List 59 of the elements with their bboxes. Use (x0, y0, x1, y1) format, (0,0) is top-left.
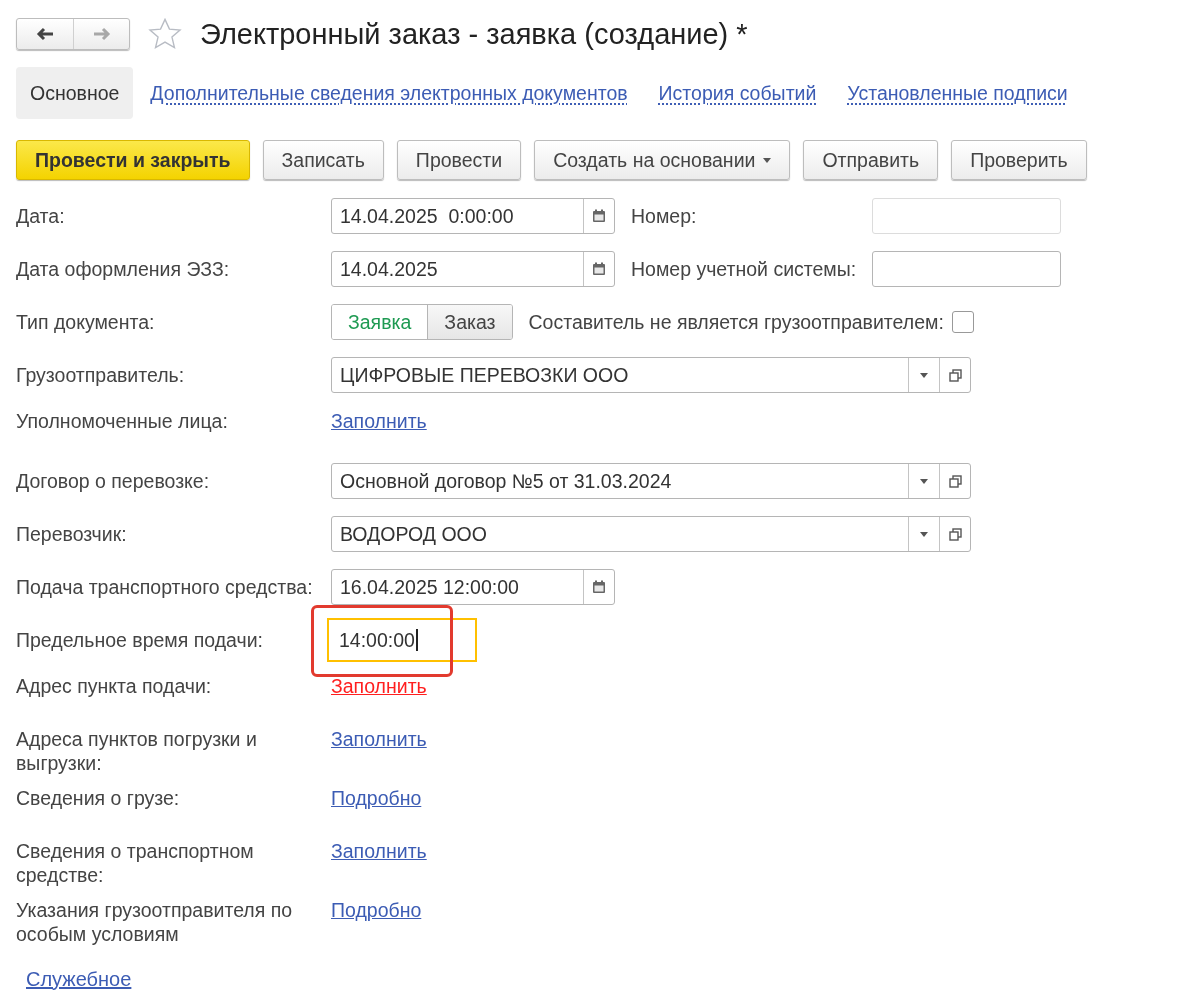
fill-link[interactable]: Заполнить (331, 670, 427, 698)
calendar-icon (592, 580, 606, 594)
open-form-icon (948, 527, 962, 541)
tab[interactable]: Дополнительные сведения электронных документов (136, 67, 642, 119)
dropdown-caret-icon (920, 531, 928, 537)
toolbar-button[interactable]: Создать на основании (534, 140, 791, 180)
fill-link[interactable]: Заполнить (331, 835, 427, 863)
toolbar-button[interactable]: Записать (262, 140, 384, 180)
calendar-icon (592, 262, 606, 276)
fill-link[interactable]: Заполнить (331, 405, 427, 433)
date-field[interactable]: 14.04.2025 0:00:00 (331, 198, 615, 234)
field-label: Номер учетной системы: (631, 257, 858, 281)
field-label: Подача транспортного средства: (16, 575, 314, 599)
select-field[interactable]: ЦИФРОВЫЕ ПЕРЕВОЗКИ ООО (331, 357, 971, 393)
field-label: Дата оформления ЭЗЗ: (16, 257, 231, 281)
toolbar-button[interactable]: Отправить (803, 140, 939, 180)
open-form-icon (948, 368, 962, 382)
field-label: Предельное время подачи: (16, 628, 264, 652)
field-label: Номер: (631, 204, 698, 228)
field-label: Указания грузоотправителя по особым условиям (16, 898, 294, 946)
toolbar-button[interactable]: Провести (396, 140, 522, 180)
toolbar-button[interactable]: Провести и закрыть (16, 140, 250, 180)
fill-link[interactable]: Заполнить (331, 723, 427, 751)
toggle-option[interactable]: Заказ (427, 305, 512, 339)
toolbar-button[interactable]: Проверить (951, 140, 1087, 180)
field-label: Адрес пункта подачи: (16, 674, 213, 698)
field-label: Грузоотправитель: (16, 363, 186, 387)
date-field[interactable]: 16.04.2025 12:00:00 (331, 569, 615, 605)
tab[interactable]: Основное (16, 67, 134, 119)
dropdown-caret-icon (920, 372, 928, 378)
field-label: Сведения о грузе: (16, 786, 181, 810)
select-field[interactable]: ВОДОРОД ООО (331, 516, 971, 552)
field-label: Договор о перевозке: (16, 469, 211, 493)
open-form-icon (948, 474, 962, 488)
time-value: 14:00:00 (339, 628, 415, 652)
back-arrow-icon (36, 27, 54, 41)
star-icon[interactable] (148, 18, 182, 50)
select-field[interactable]: Основной договор №5 от 31.03.2024 (331, 463, 971, 499)
fill-link[interactable]: Подробно (331, 782, 422, 810)
field-label: Составитель не является грузоотправителем: (528, 310, 944, 334)
window-title: Электронный заказ - заявка (создание) * (200, 17, 748, 51)
fill-link[interactable]: Подробно (331, 894, 422, 922)
checkbox[interactable] (951, 311, 974, 333)
forward-arrow-icon (92, 27, 111, 41)
text-field[interactable] (872, 251, 1061, 287)
time-field[interactable]: 14:00:00 (327, 618, 477, 662)
tab[interactable]: Установленные подписи (833, 67, 1082, 119)
field-label: Уполномоченные лица: (16, 409, 229, 433)
dropdown-caret-icon (920, 478, 928, 484)
field-label: Тип документа: (16, 310, 156, 334)
text-cursor (415, 629, 418, 651)
calendar-icon (592, 209, 606, 223)
field-label: Адреса пунктов погрузки и выгрузки: (16, 727, 258, 775)
service-link[interactable]: Служебное (26, 968, 1168, 991)
field-label: Сведения о транспортном средстве: (16, 839, 255, 887)
date-field[interactable]: 14.04.2025 (331, 251, 615, 287)
tab[interactable]: История событий (644, 67, 831, 119)
field-label: Перевозчик: (16, 522, 128, 546)
field-label: Дата: (16, 204, 66, 228)
